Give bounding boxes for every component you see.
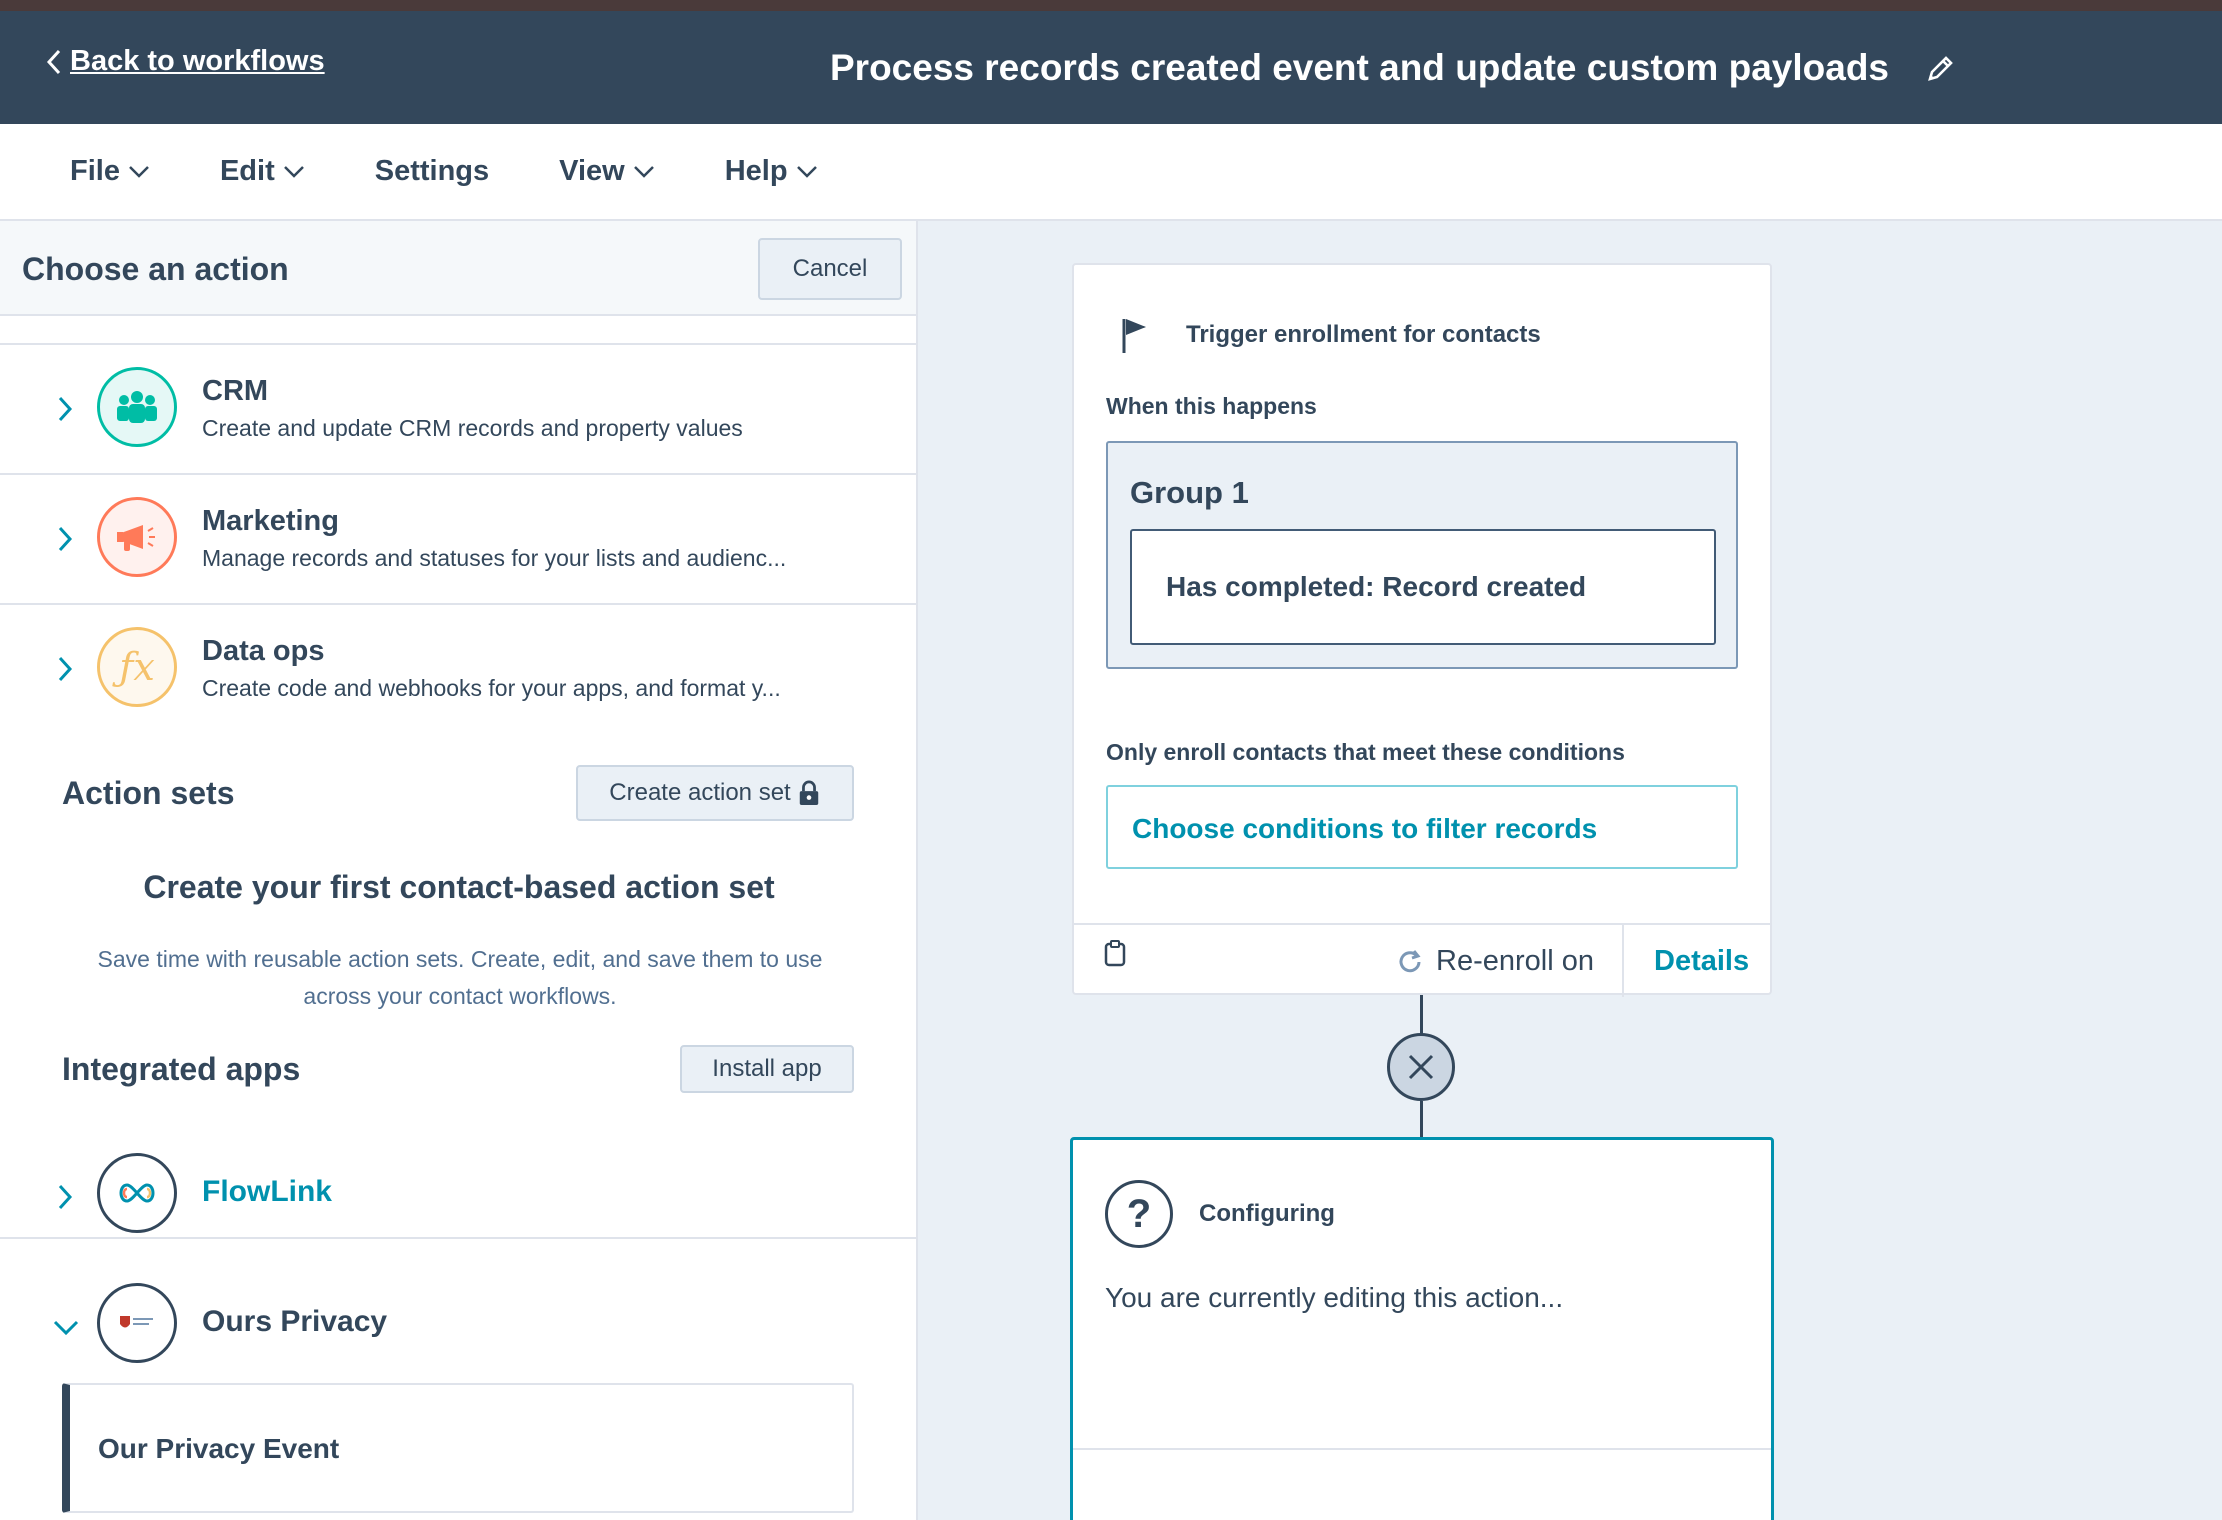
menu-view[interactable]: View <box>559 155 655 188</box>
question-icon: ? <box>1105 1180 1173 1248</box>
details-link[interactable]: Details <box>1654 945 1749 978</box>
pencil-edit-icon[interactable] <box>1925 52 1957 84</box>
menu-bar: File Edit Settings View Help <box>0 124 2222 221</box>
infinity-link-icon <box>97 1153 177 1233</box>
megaphone-icon <box>97 497 177 577</box>
menu-file[interactable]: File <box>70 155 150 188</box>
choose-action-panel: Choose an action Cancel CRM Create and u… <box>0 221 918 1520</box>
remove-action-node[interactable] <box>1387 1033 1455 1101</box>
our-privacy-event-action[interactable]: Our Privacy Event <box>62 1383 854 1513</box>
cancel-button[interactable]: Cancel <box>758 238 902 300</box>
trigger-card[interactable]: Trigger enrollment for contacts When thi… <box>1072 263 1772 997</box>
action-set-empty-title: Create your first contact-based action s… <box>143 869 775 905</box>
trigger-footer: Re-enroll on Details <box>1074 923 1770 997</box>
chevron-down-icon <box>633 165 654 178</box>
menu-edit[interactable]: Edit <box>220 155 305 188</box>
when-this-happens-label: When this happens <box>1106 393 1317 419</box>
app-flowlink[interactable]: FlowLink <box>0 1131 916 1259</box>
trigger-group: Group 1 Has completed: Record created <box>1106 441 1738 669</box>
category-name: Data ops <box>202 635 325 667</box>
action-set-empty-description: Save time with reusable action sets. Cre… <box>97 946 823 1009</box>
chevron-down-icon <box>129 165 149 178</box>
category-data-ops[interactable]: ƒx Data ops Create code and webhooks for… <box>0 603 916 731</box>
integrated-apps-title: Integrated apps <box>62 1051 301 1087</box>
chevron-right-icon <box>58 656 73 682</box>
workflow-header: Back to workflows Process records create… <box>0 11 2222 124</box>
config-title: Configuring <box>1199 1200 1335 1227</box>
top-strip <box>0 0 2222 11</box>
category-name: Marketing <box>202 505 339 537</box>
app-name: Ours Privacy <box>202 1305 388 1338</box>
event-label: Our Privacy Event <box>98 1433 340 1464</box>
re-enroll-toggle[interactable]: Re-enroll on <box>1396 945 1594 978</box>
divider <box>0 1237 916 1239</box>
menu-view-label: View <box>559 155 625 187</box>
install-app-button[interactable]: Install app <box>680 1045 854 1093</box>
category-crm[interactable]: CRM Create and update CRM records and pr… <box>0 343 916 471</box>
trigger-title: Trigger enrollment for contacts <box>1186 321 1541 348</box>
re-enroll-label: Re-enroll on <box>1436 945 1594 977</box>
category-description: Manage records and statuses for your lis… <box>202 545 787 571</box>
menu-file-label: File <box>70 155 120 187</box>
create-action-set-button[interactable]: Create action set <box>576 765 854 821</box>
configuring-card[interactable]: ? Configuring You are currently editing … <box>1070 1137 1774 1520</box>
category-marketing[interactable]: Marketing Manage records and statuses fo… <box>0 473 916 601</box>
connector-line <box>1420 1101 1423 1139</box>
chevron-right-icon <box>58 396 73 422</box>
panel-header: Choose an action Cancel <box>0 221 916 316</box>
config-divider <box>1073 1448 1771 1450</box>
back-link-label: Back to workflows <box>70 45 325 77</box>
group-title: Group 1 <box>1130 475 1249 510</box>
close-icon <box>1408 1054 1434 1080</box>
clipboard-icon[interactable] <box>1104 939 1126 967</box>
condition-text: Has completed: Record created <box>1166 571 1587 602</box>
create-action-set-label: Create action set <box>609 779 791 806</box>
menu-settings-label: Settings <box>374 155 490 187</box>
connector-line <box>1420 995 1423 1035</box>
refresh-icon <box>1399 949 1421 972</box>
footer-divider <box>1622 925 1624 997</box>
menu-edit-label: Edit <box>219 155 275 187</box>
title-wrap: Process records created event and update… <box>830 47 1957 89</box>
people-icon <box>97 367 177 447</box>
panel-title: Choose an action <box>22 251 289 287</box>
menu-help-label: Help <box>724 155 788 187</box>
flag-icon <box>1122 319 1146 353</box>
lock-icon <box>799 780 818 805</box>
app-ours-privacy[interactable]: Ours Privacy <box>0 1261 916 1389</box>
chevron-right-icon <box>58 526 73 552</box>
filter-button-label: Choose conditions to filter records <box>1132 813 1598 844</box>
menu-help[interactable]: Help <box>725 155 818 188</box>
chevron-down-icon <box>283 165 304 178</box>
only-enroll-label: Only enroll contacts that meet these con… <box>1106 739 1625 765</box>
trigger-condition[interactable]: Has completed: Record created <box>1130 529 1716 645</box>
chevron-down-icon <box>796 165 817 178</box>
chevron-left-icon <box>46 49 61 74</box>
config-description: You are currently editing this action... <box>1105 1282 1564 1313</box>
category-description: Create and update CRM records and proper… <box>202 415 743 441</box>
chevron-down-icon <box>53 1320 79 1336</box>
category-name: CRM <box>202 375 269 407</box>
workflow-canvas: Trigger enrollment for contacts When thi… <box>920 221 2222 1520</box>
chevron-right-icon <box>58 1184 73 1210</box>
category-description: Create code and webhooks for your apps, … <box>202 675 781 701</box>
ours-privacy-logo <box>97 1283 177 1363</box>
back-to-workflows-link[interactable]: Back to workflows <box>44 45 325 78</box>
app-name: FlowLink <box>202 1175 332 1208</box>
action-sets-title: Action sets <box>62 775 235 811</box>
function-icon: ƒx <box>97 627 177 707</box>
workflow-title: Process records created event and update… <box>830 47 1889 88</box>
choose-conditions-button[interactable]: Choose conditions to filter records <box>1106 785 1738 869</box>
menu-settings[interactable]: Settings <box>375 155 489 188</box>
